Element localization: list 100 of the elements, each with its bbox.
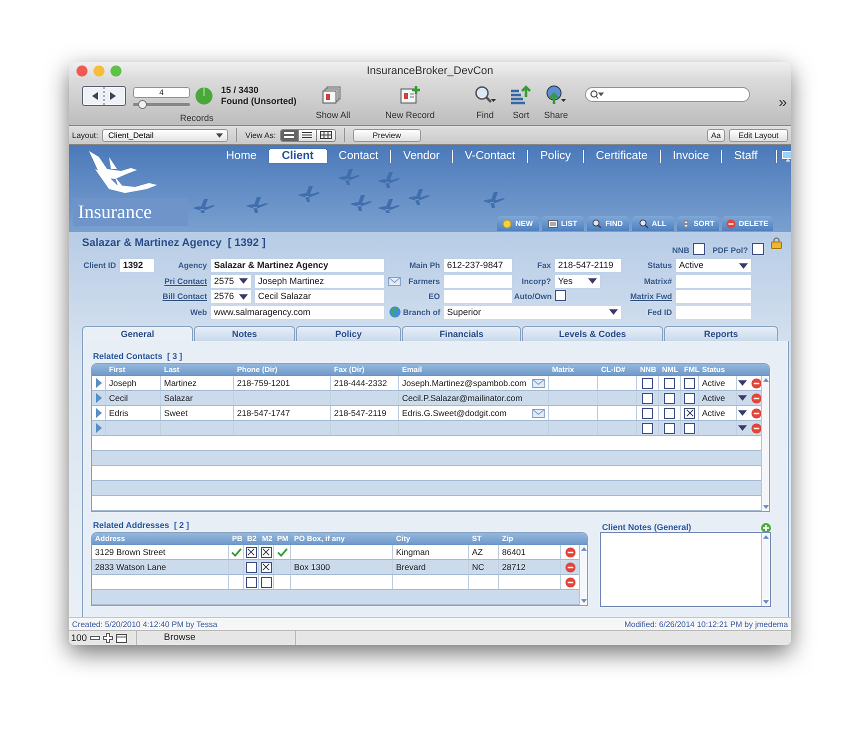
- sort-button[interactable]: Sort: [505, 80, 537, 125]
- id-dropdown[interactable]: 2575: [211, 274, 251, 288]
- checkbox[interactable]: [260, 576, 272, 588]
- checkbox[interactable]: [642, 378, 653, 388]
- checkbox[interactable]: [246, 546, 256, 558]
- scrollbar[interactable]: [761, 376, 769, 511]
- record-navigator-icon[interactable]: [82, 86, 126, 106]
- nav-tab[interactable]: Policy: [528, 149, 583, 163]
- checkbox[interactable]: [664, 392, 675, 404]
- scrollbar[interactable]: [761, 533, 770, 606]
- nav-tab[interactable]: Client: [270, 149, 326, 163]
- list-view-button[interactable]: [298, 130, 317, 140]
- more-button[interactable]: »: [778, 94, 787, 111]
- input-field[interactable]: [676, 306, 751, 319]
- id-dropdown[interactable]: 2576: [211, 290, 251, 304]
- delete-icon[interactable]: [564, 562, 576, 572]
- record-number-field[interactable]: 4: [133, 86, 190, 98]
- edit-layout-button[interactable]: Edit Layout: [729, 128, 788, 142]
- checkbox[interactable]: [246, 562, 256, 572]
- field-link[interactable]: Bill Contact: [156, 292, 211, 302]
- input-field[interactable]: [444, 290, 512, 304]
- format-button[interactable]: Aa: [707, 128, 725, 142]
- monitor-icon[interactable]: [782, 150, 791, 162]
- tab[interactable]: Notes: [194, 326, 295, 341]
- checkbox[interactable]: [642, 408, 653, 418]
- lock-icon[interactable]: [771, 237, 782, 249]
- envelope-icon[interactable]: [532, 408, 545, 418]
- checkbox[interactable]: [260, 546, 272, 558]
- scroll-up-icon[interactable]: [580, 547, 586, 551]
- dropdown-field[interactable]: Active: [676, 259, 751, 272]
- table-view-button[interactable]: [316, 130, 335, 140]
- delete-icon[interactable]: [751, 392, 762, 404]
- scroll-down-icon[interactable]: [580, 599, 586, 603]
- layout-dropdown[interactable]: Client_Detail: [102, 128, 228, 142]
- dropdown-arrow-icon[interactable]: [588, 278, 597, 284]
- show-all-button[interactable]: Show All: [303, 80, 363, 125]
- checkbox[interactable]: [684, 408, 695, 418]
- tab[interactable]: Levels & Codes: [522, 326, 663, 341]
- preview-button[interactable]: Preview: [352, 128, 421, 142]
- input-field[interactable]: 218-547-2119: [555, 259, 621, 272]
- envelope-icon[interactable]: [388, 276, 401, 286]
- checkbox[interactable]: [684, 378, 695, 388]
- tab[interactable]: Policy: [296, 326, 401, 341]
- window-icon[interactable]: [116, 634, 127, 642]
- envelope-icon[interactable]: [532, 378, 545, 388]
- zoom-out-icon[interactable]: [90, 634, 100, 642]
- dropdown-arrow-icon[interactable]: [609, 309, 618, 316]
- zoom-in-icon[interactable]: [102, 633, 113, 643]
- new-record-button[interactable]: New Record: [380, 80, 440, 125]
- nav-tab[interactable]: Staff: [722, 149, 770, 163]
- nav-tab[interactable]: Invoice: [660, 149, 722, 163]
- notes-field[interactable]: [600, 532, 771, 607]
- input-field[interactable]: [444, 274, 512, 288]
- dropdown-arrow-icon[interactable]: [739, 262, 748, 269]
- scrollbar[interactable]: [579, 545, 587, 605]
- delete-icon[interactable]: [564, 546, 576, 558]
- tab[interactable]: General: [82, 326, 193, 341]
- tab[interactable]: Reports: [664, 326, 778, 341]
- dropdown-field[interactable]: Yes: [555, 274, 600, 288]
- scroll-down-icon[interactable]: [762, 505, 768, 509]
- checkbox[interactable]: [664, 408, 675, 418]
- search-field[interactable]: [585, 87, 750, 102]
- tab[interactable]: Financials: [402, 326, 521, 341]
- url-field[interactable]: www.salmaragency.com: [211, 306, 384, 319]
- delete-icon[interactable]: [751, 408, 762, 418]
- checkbox[interactable]: [664, 378, 675, 388]
- close-button[interactable]: [76, 65, 88, 77]
- input-field[interactable]: Salazar & Martinez Agency: [211, 259, 384, 272]
- nav-tab[interactable]: Home: [214, 149, 269, 163]
- checkbox[interactable]: [642, 422, 653, 434]
- checkbox[interactable]: [642, 392, 653, 404]
- globe-icon[interactable]: [388, 306, 400, 318]
- share-button[interactable]: Share: [537, 80, 575, 125]
- checkbox[interactable]: [555, 290, 566, 301]
- input-field[interactable]: [676, 274, 751, 288]
- field-link[interactable]: Pri Contact: [156, 276, 211, 286]
- record-slider[interactable]: [133, 102, 190, 106]
- checkbox[interactable]: [752, 243, 764, 255]
- nav-tab[interactable]: Certificate: [584, 149, 660, 163]
- form-view-button[interactable]: [280, 130, 299, 140]
- zoom-level[interactable]: 100: [71, 632, 87, 644]
- field-link[interactable]: Matrix Fwd: [623, 292, 676, 302]
- input-field[interactable]: 612-237-9847: [444, 259, 512, 272]
- input-field[interactable]: Joseph Martinez: [255, 274, 384, 288]
- input-field[interactable]: [676, 290, 751, 304]
- checkbox[interactable]: [260, 562, 272, 572]
- input-field[interactable]: 1392: [120, 259, 154, 272]
- slider-thumb[interactable]: [138, 100, 147, 108]
- checkbox[interactable]: [693, 243, 706, 255]
- input-field[interactable]: Cecil Salazar: [255, 290, 384, 304]
- nav-tab[interactable]: Contact: [326, 149, 390, 163]
- checkbox[interactable]: [684, 422, 695, 434]
- nav-tab[interactable]: Vendor: [391, 149, 452, 163]
- nav-tab[interactable]: V-Contact: [452, 149, 528, 163]
- find-button[interactable]: Find: [465, 80, 505, 125]
- delete-icon[interactable]: [564, 576, 576, 588]
- delete-icon[interactable]: [751, 378, 762, 388]
- scroll-down-icon[interactable]: [763, 600, 769, 604]
- checkbox[interactable]: [246, 576, 256, 588]
- checkbox[interactable]: [684, 392, 695, 404]
